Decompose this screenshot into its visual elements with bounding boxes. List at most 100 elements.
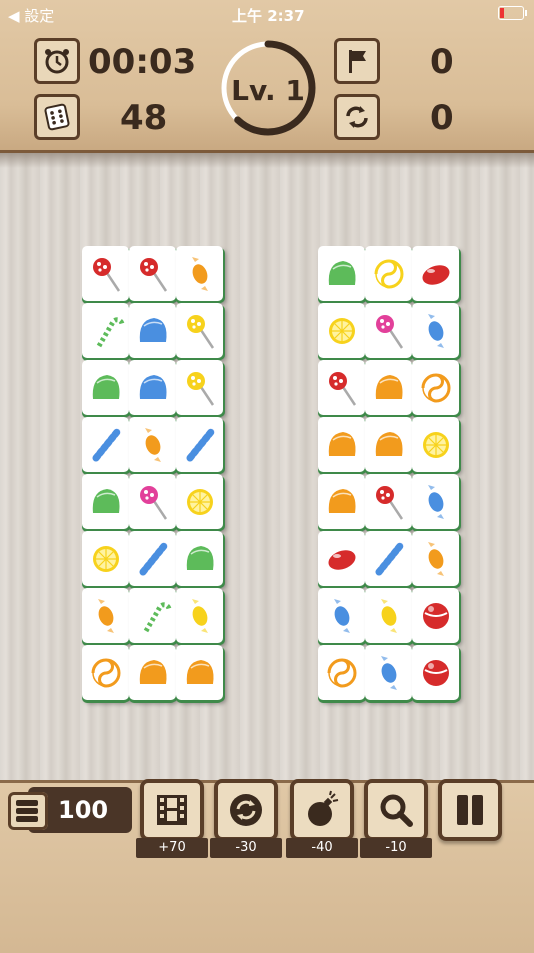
mahjong-tile[interactable] [82, 531, 129, 586]
mahjong-tile[interactable] [365, 417, 412, 472]
lemon-slice-icon [92, 545, 119, 572]
mahjong-tile[interactable] [176, 645, 223, 700]
candy-cane-green-icon [143, 601, 172, 632]
stick-blue-icon [92, 428, 120, 461]
mahjong-tile[interactable] [412, 588, 459, 643]
level-progress-ring: Lv. 1 [220, 40, 316, 136]
mahjong-tile[interactable] [412, 474, 459, 529]
mahjong-tile[interactable] [129, 645, 176, 700]
alarm-clock-icon [34, 38, 80, 84]
gumdrop-orange-icon [186, 659, 213, 684]
gumdrop-orange-icon [375, 374, 402, 399]
tiles-left-icon [34, 94, 80, 140]
mahjong-tile[interactable] [82, 474, 129, 529]
mahjong-tile[interactable] [365, 303, 412, 358]
mahjong-tile[interactable] [176, 303, 223, 358]
mahjong-tile[interactable] [129, 588, 176, 643]
gumdrop-blue-icon [139, 374, 166, 399]
mahjong-tile[interactable] [176, 417, 223, 472]
mahjong-tile[interactable] [318, 417, 365, 472]
stick-blue-icon [375, 542, 403, 575]
mahjong-tile[interactable] [365, 246, 412, 301]
mahjong-tile[interactable] [318, 474, 365, 529]
mahjong-tile[interactable] [318, 645, 365, 700]
lollipop-red-icon [139, 257, 167, 292]
mahjong-tile[interactable] [365, 645, 412, 700]
gumdrop-orange-icon [139, 659, 166, 684]
swirl-orange-icon [327, 658, 356, 687]
gumdrop-green-icon [328, 260, 355, 285]
wrapped-orange-icon [191, 256, 208, 291]
lollipop-pink-icon [375, 314, 403, 349]
bomb-cost: -40 [286, 838, 358, 858]
mahjong-tile[interactable] [82, 417, 129, 472]
wrapped-yellow-icon [191, 598, 208, 633]
mahjong-tile[interactable] [82, 645, 129, 700]
candy-cane-green-icon [96, 316, 125, 347]
mahjong-tile[interactable] [365, 588, 412, 643]
jelly-red-icon [421, 264, 450, 285]
back-to-settings[interactable]: ◀ 設定 [8, 5, 54, 26]
ball-red-icon [422, 602, 449, 629]
mahjong-tile[interactable] [82, 588, 129, 643]
film-icon [157, 795, 187, 825]
mahjong-tile[interactable] [318, 246, 365, 301]
shuffle-cost: -30 [210, 838, 282, 858]
lollipop-red-icon [328, 371, 356, 406]
status-bar: ◀ 設定 上午 2:37 [0, 0, 534, 28]
wrapped-blue-icon [427, 484, 444, 519]
bomb-button[interactable] [290, 779, 354, 841]
lollipop-red-icon [375, 485, 403, 520]
bomb-icon [308, 790, 339, 826]
gumdrop-orange-icon [328, 431, 355, 456]
mahjong-tile[interactable] [365, 474, 412, 529]
mahjong-tile[interactable] [176, 246, 223, 301]
mahjong-tile[interactable] [412, 417, 459, 472]
coins-icon [8, 792, 48, 830]
mahjong-tile[interactable] [412, 360, 459, 415]
mahjong-tile[interactable] [129, 303, 176, 358]
mahjong-tile[interactable] [365, 531, 412, 586]
mahjong-tile[interactable] [129, 531, 176, 586]
mahjong-tile[interactable] [365, 360, 412, 415]
gumdrop-green-icon [92, 374, 119, 399]
stick-blue-icon [186, 428, 214, 461]
mahjong-tile[interactable] [82, 303, 129, 358]
mahjong-tile[interactable] [129, 246, 176, 301]
mahjong-tile[interactable] [318, 588, 365, 643]
pause-button[interactable] [438, 779, 502, 841]
swirl-yellow-icon [374, 259, 403, 288]
shuffle-button[interactable] [214, 779, 278, 841]
battery-icon [498, 6, 527, 20]
mahjong-tile[interactable] [82, 246, 129, 301]
lollipop-yellow-icon [186, 314, 214, 349]
stick-blue-icon [139, 542, 167, 575]
mahjong-tile[interactable] [412, 303, 459, 358]
watch-video-button[interactable] [140, 779, 204, 841]
shuffles-used: 0 [430, 98, 454, 138]
gumdrop-blue-icon [139, 317, 166, 342]
mahjong-tile[interactable] [129, 417, 176, 472]
hint-button[interactable] [364, 779, 428, 841]
mahjong-tile[interactable] [176, 588, 223, 643]
mahjong-tile[interactable] [412, 531, 459, 586]
mahjong-tile[interactable] [129, 474, 176, 529]
swirl-orange-icon [421, 373, 450, 402]
jelly-red-icon [327, 549, 356, 570]
mahjong-tile[interactable] [82, 360, 129, 415]
mahjong-tile[interactable] [412, 246, 459, 301]
mahjong-tile[interactable] [412, 645, 459, 700]
mahjong-tile[interactable] [129, 360, 176, 415]
lemon-slice-icon [186, 488, 213, 515]
mahjong-tile[interactable] [176, 360, 223, 415]
mahjong-tile[interactable] [176, 531, 223, 586]
mahjong-tile[interactable] [318, 531, 365, 586]
mahjong-tile[interactable] [176, 474, 223, 529]
shuffle-icon [230, 794, 262, 826]
gumdrop-green-icon [186, 545, 213, 570]
ball-red-icon [422, 659, 449, 686]
mahjong-tile[interactable] [318, 303, 365, 358]
wrapped-blue-icon [380, 655, 397, 690]
mahjong-tile[interactable] [318, 360, 365, 415]
lollipop-yellow-icon [186, 371, 214, 406]
